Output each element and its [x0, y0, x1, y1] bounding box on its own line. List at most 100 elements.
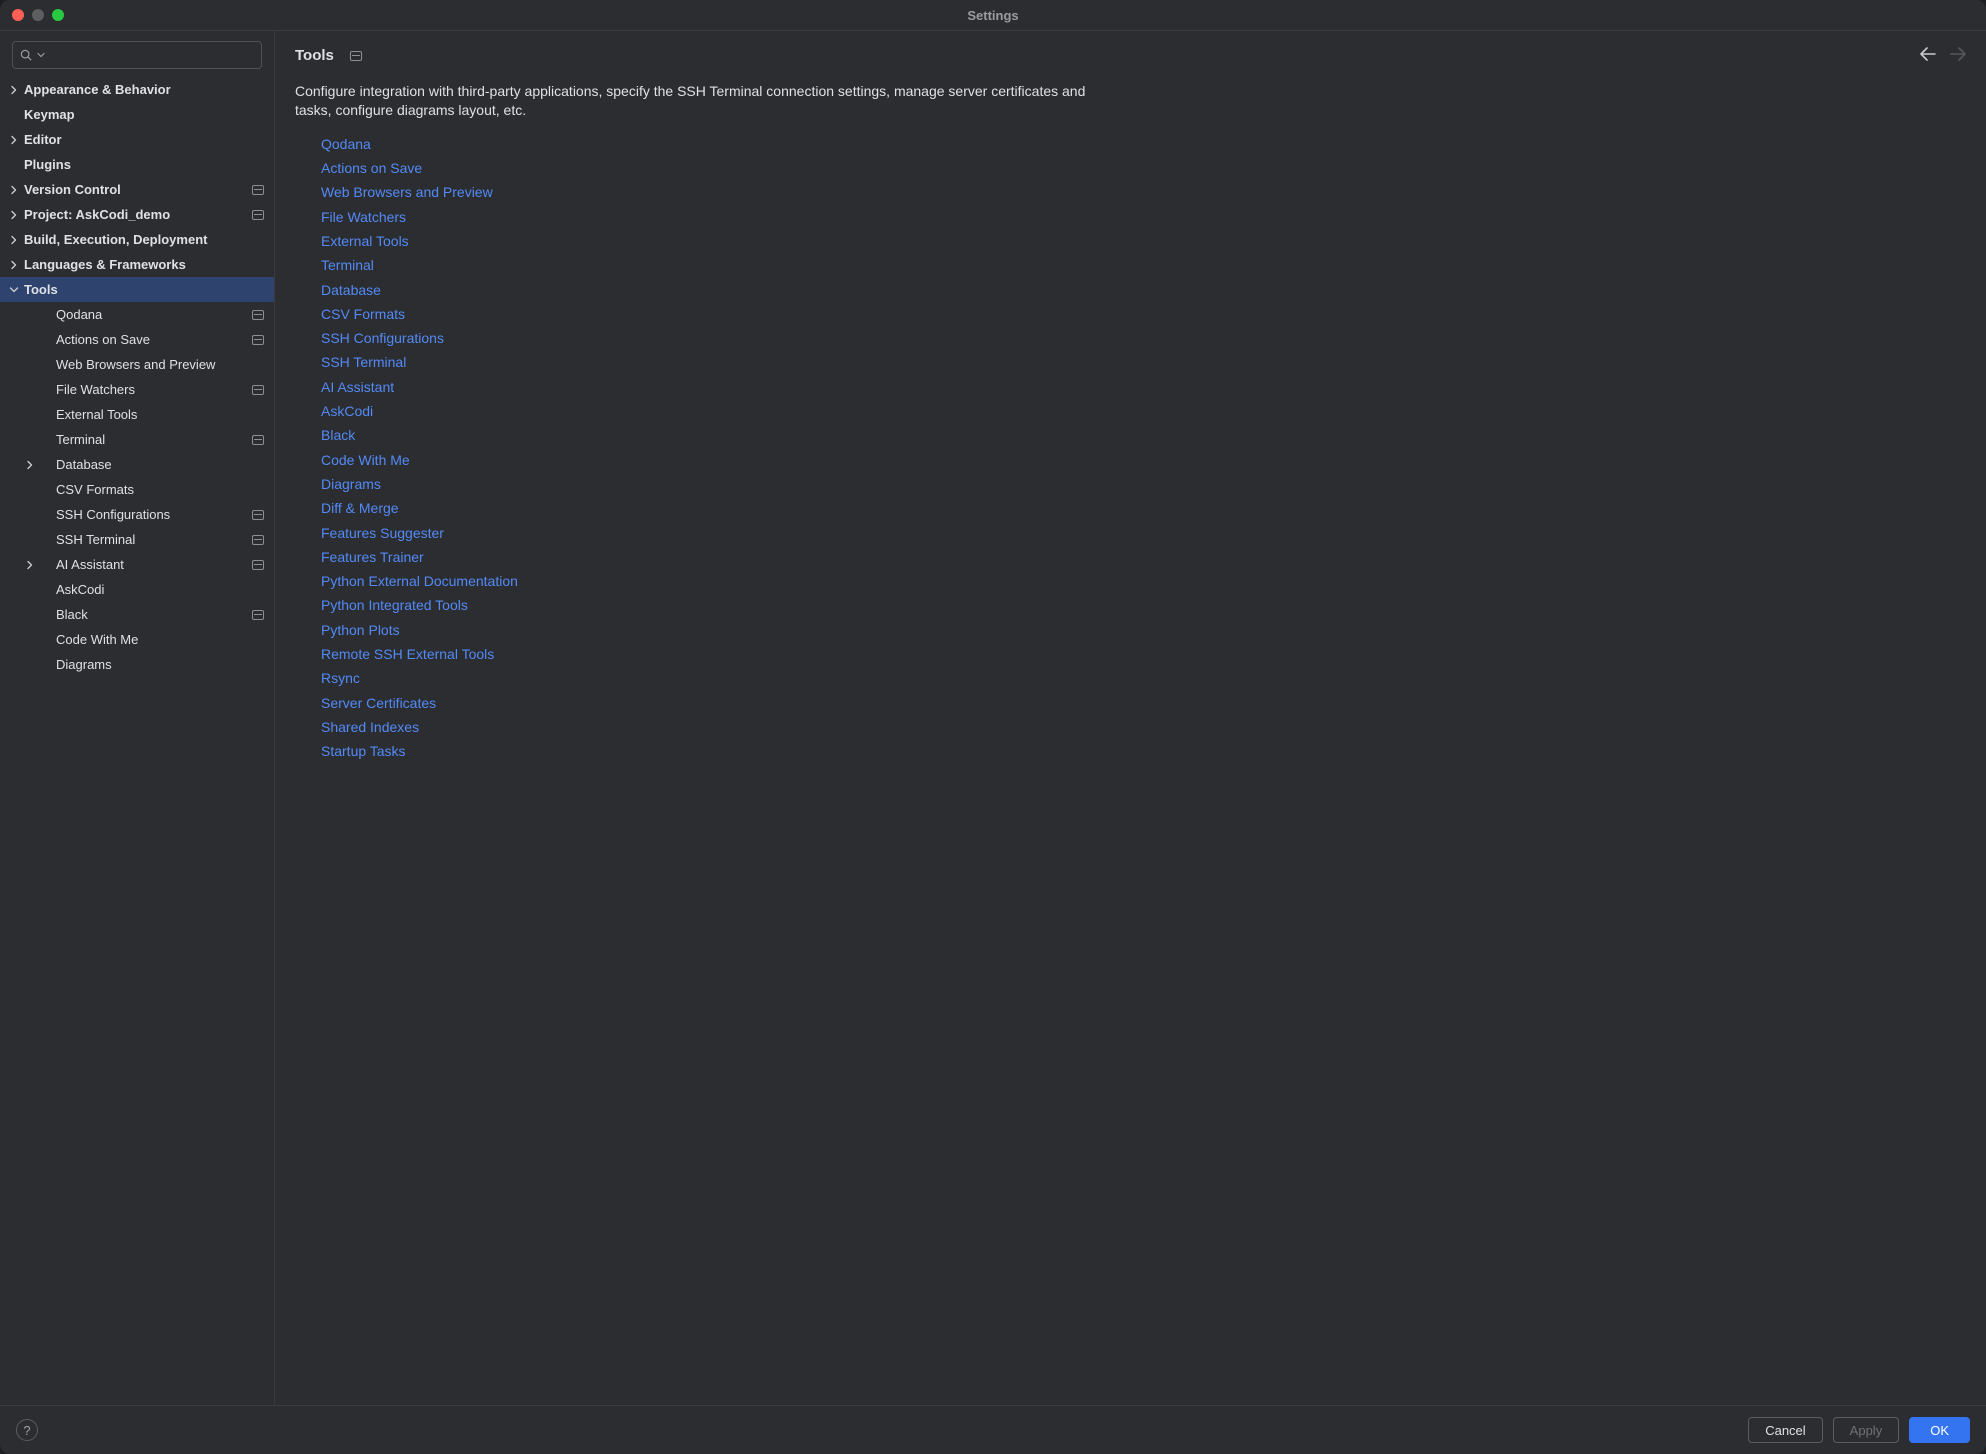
chevron-down-icon — [37, 51, 45, 59]
chevron-right-icon[interactable] — [6, 185, 22, 195]
search-input[interactable] — [49, 48, 255, 63]
chevron-right-icon[interactable] — [6, 85, 22, 95]
tree-item[interactable]: Code With Me — [0, 627, 274, 652]
tree-item[interactable]: Database — [0, 452, 274, 477]
tree-item-label: Keymap — [22, 107, 264, 122]
tree-item-label: AI Assistant — [38, 557, 246, 572]
ok-button[interactable]: OK — [1909, 1417, 1970, 1443]
chevron-right-icon[interactable] — [6, 235, 22, 245]
tree-item[interactable]: SSH Configurations — [0, 502, 274, 527]
tree-item-label: Actions on Save — [38, 332, 246, 347]
tree-item-label: AskCodi — [38, 582, 264, 597]
tool-link[interactable]: Rsync — [321, 668, 1966, 688]
tree-item[interactable]: Web Browsers and Preview — [0, 352, 274, 377]
project-scope-icon — [252, 510, 264, 520]
tree-item-label: Black — [38, 607, 246, 622]
tool-link[interactable]: Startup Tasks — [321, 741, 1966, 761]
tree-item[interactable]: Actions on Save — [0, 327, 274, 352]
tool-link[interactable]: Diff & Merge — [321, 498, 1966, 518]
nav-arrows — [1920, 47, 1966, 64]
chevron-right-icon[interactable] — [6, 135, 22, 145]
tree-item-label: SSH Terminal — [38, 532, 246, 547]
tree-item[interactable]: Version Control — [0, 177, 274, 202]
tree-item-label: Web Browsers and Preview — [38, 357, 264, 372]
search-icon — [19, 48, 33, 62]
tool-link[interactable]: SSH Configurations — [321, 328, 1966, 348]
tree-item-label: Project: AskCodi_demo — [22, 207, 246, 222]
settings-window: Settings Appearance & BehaviorKeymapEdit… — [0, 0, 1986, 1454]
tool-link[interactable]: CSV Formats — [321, 304, 1966, 324]
nav-forward-button — [1950, 47, 1966, 64]
tool-link[interactable]: Black — [321, 425, 1966, 445]
chevron-right-icon[interactable] — [22, 560, 38, 570]
tool-link[interactable]: File Watchers — [321, 207, 1966, 227]
sidebar: Appearance & Behavior Keymap Editor Plugins… — [0, 31, 275, 1405]
tree-item[interactable]: Qodana — [0, 302, 274, 327]
tool-link[interactable]: SSH Terminal — [321, 352, 1966, 372]
page-description: Configure integration with third-party a… — [295, 82, 1115, 120]
tool-link[interactable]: Python External Documentation — [321, 571, 1966, 591]
chevron-right-icon[interactable] — [6, 260, 22, 270]
tool-link[interactable]: Code With Me — [321, 450, 1966, 470]
cancel-button[interactable]: Cancel — [1748, 1417, 1822, 1443]
window-minimize-button[interactable] — [32, 9, 44, 21]
tool-link[interactable]: AskCodi — [321, 401, 1966, 421]
tree-item[interactable]: Terminal — [0, 427, 274, 452]
tool-link[interactable]: Features Trainer — [321, 547, 1966, 567]
tool-link[interactable]: Actions on Save — [321, 158, 1966, 178]
tool-link[interactable]: Server Certificates — [321, 693, 1966, 713]
tree-item-label: Appearance & Behavior — [22, 82, 264, 97]
tool-link[interactable]: Database — [321, 280, 1966, 300]
tool-link[interactable]: Diagrams — [321, 474, 1966, 494]
help-button[interactable]: ? — [16, 1419, 38, 1441]
tree-item-label: Code With Me — [38, 632, 264, 647]
tree-item[interactable]: Tools — [0, 277, 274, 302]
content-panel: Tools Configure integration with third-p… — [275, 31, 1986, 1405]
project-scope-icon — [252, 210, 264, 220]
tool-link[interactable]: AI Assistant — [321, 377, 1966, 397]
tree-item-label: Version Control — [22, 182, 246, 197]
project-scope-icon — [252, 310, 264, 320]
tree-item[interactable]: AskCodi — [0, 577, 274, 602]
chevron-right-icon[interactable] — [6, 210, 22, 220]
tool-link[interactable]: Python Plots — [321, 620, 1966, 640]
tree-item[interactable]: Project: AskCodi_demo — [0, 202, 274, 227]
tool-link[interactable]: Terminal — [321, 255, 1966, 275]
tree-item[interactable]: Languages & Frameworks — [0, 252, 274, 277]
tree-item[interactable]: External Tools — [0, 402, 274, 427]
tree-item-label: Terminal — [38, 432, 246, 447]
tree-item[interactable]: Appearance & Behavior — [0, 77, 274, 102]
tree-item-label: CSV Formats — [38, 482, 264, 497]
tree-item[interactable]: Plugins — [0, 152, 274, 177]
tree-item[interactable]: AI Assistant — [0, 552, 274, 577]
tree-item[interactable]: Build, Execution, Deployment — [0, 227, 274, 252]
tool-link[interactable]: Web Browsers and Preview — [321, 182, 1966, 202]
tree-item-label: Plugins — [22, 157, 264, 172]
project-scope-icon — [252, 535, 264, 545]
window-maximize-button[interactable] — [52, 9, 64, 21]
tool-link[interactable]: Shared Indexes — [321, 717, 1966, 737]
tree-item[interactable]: Black — [0, 602, 274, 627]
tree-item[interactable]: Diagrams — [0, 652, 274, 677]
window-close-button[interactable] — [12, 9, 24, 21]
tree-item[interactable]: Keymap — [0, 102, 274, 127]
tree-item[interactable]: SSH Terminal — [0, 527, 274, 552]
project-scope-icon — [350, 51, 362, 61]
chevron-right-icon[interactable] — [22, 460, 38, 470]
chevron-down-icon[interactable] — [6, 285, 22, 295]
tool-link[interactable]: Python Integrated Tools — [321, 595, 1966, 615]
tree-item[interactable]: File Watchers — [0, 377, 274, 402]
tree-item-label: External Tools — [38, 407, 264, 422]
tool-link[interactable]: Qodana — [321, 134, 1966, 154]
search-field[interactable] — [12, 41, 262, 69]
nav-back-button[interactable] — [1920, 47, 1936, 64]
tool-link[interactable]: Remote SSH External Tools — [321, 644, 1966, 664]
settings-tree[interactable]: Appearance & Behavior Keymap Editor Plugins… — [0, 77, 274, 1405]
tool-link[interactable]: Features Suggester — [321, 523, 1966, 543]
project-scope-icon — [252, 335, 264, 345]
tree-item[interactable]: Editor — [0, 127, 274, 152]
project-scope-icon — [252, 385, 264, 395]
tree-item[interactable]: CSV Formats — [0, 477, 274, 502]
tool-link[interactable]: External Tools — [321, 231, 1966, 251]
tree-item-label: Database — [38, 457, 264, 472]
